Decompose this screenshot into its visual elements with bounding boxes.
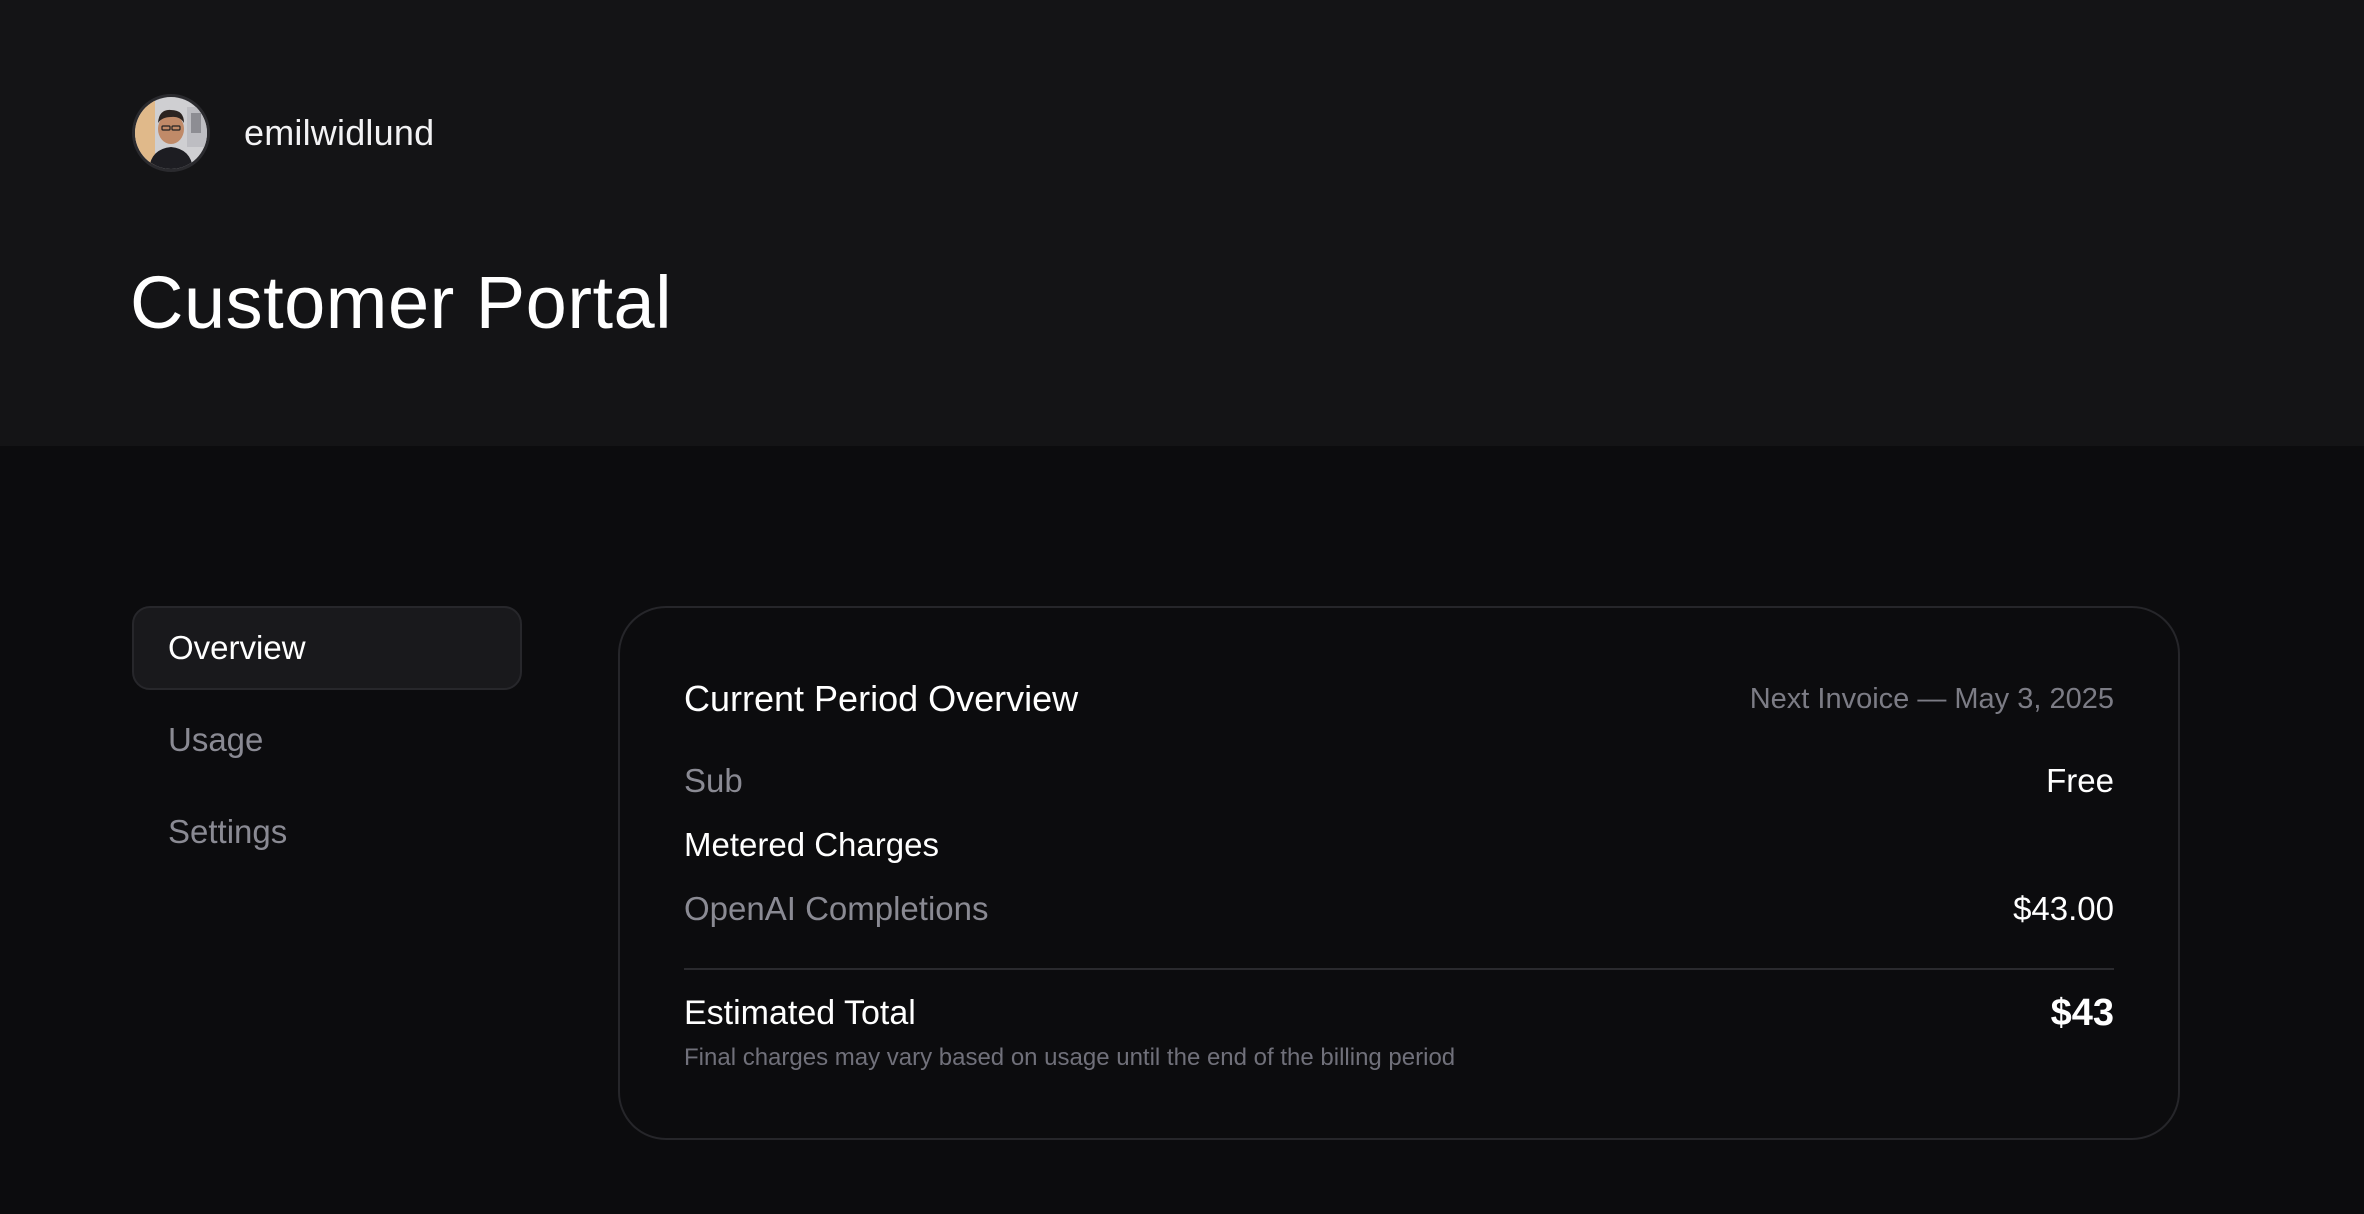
divider	[684, 968, 2114, 970]
estimated-total-value: $43	[2050, 992, 2114, 1034]
estimated-total-label: Estimated Total	[684, 994, 916, 1032]
sidebar-nav: Overview Usage Settings	[132, 606, 522, 882]
avatar-photo	[135, 97, 207, 169]
sidebar-item-settings[interactable]: Settings	[132, 790, 522, 874]
subscription-row: Sub Free	[684, 762, 2114, 800]
next-invoice-date: Next Invoice — May 3, 2025	[1749, 682, 2114, 715]
current-period-card: Current Period Overview Next Invoice — M…	[618, 606, 2180, 1140]
total-row: Estimated Total $43	[684, 992, 2114, 1035]
card-header: Current Period Overview Next Invoice — M…	[684, 678, 2114, 720]
sidebar-item-overview[interactable]: Overview	[132, 606, 522, 690]
total-footnote: Final charges may vary based on usage un…	[684, 1044, 1456, 1071]
subscription-label: Sub	[684, 762, 743, 799]
sidebar-item-usage[interactable]: Usage	[132, 698, 522, 782]
metered-item-row: OpenAI Completions $43.00	[684, 890, 2114, 928]
metered-item-value: $43.00	[2013, 890, 2114, 927]
metered-item-label: OpenAI Completions	[684, 890, 989, 927]
page-title: Customer Portal	[130, 261, 673, 344]
card-title: Current Period Overview	[684, 678, 1079, 719]
metered-charges-label: Metered Charges	[684, 826, 939, 863]
page-header: emilwidlund Customer Portal	[0, 0, 2364, 446]
user-profile[interactable]: emilwidlund	[132, 94, 434, 172]
avatar[interactable]	[132, 94, 210, 172]
subscription-value: Free	[2046, 762, 2114, 799]
metered-charges-heading: Metered Charges	[684, 826, 2114, 864]
username: emilwidlund	[244, 112, 435, 153]
